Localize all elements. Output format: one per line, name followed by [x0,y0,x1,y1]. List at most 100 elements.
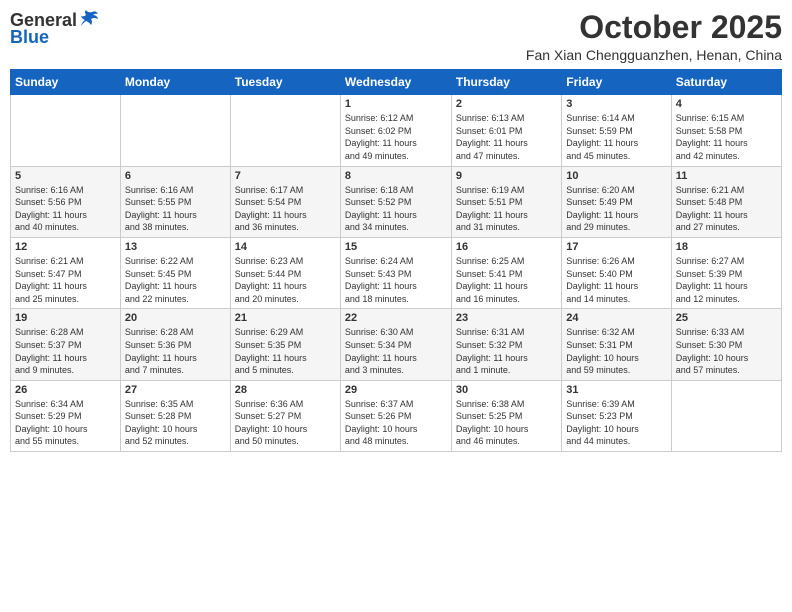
day-number: 22 [345,312,447,324]
day-number: 17 [566,241,666,253]
day-detail: Sunrise: 6:21 AMSunset: 5:47 PMDaylight:… [15,255,116,305]
day-detail: Sunrise: 6:30 AMSunset: 5:34 PMDaylight:… [345,326,447,376]
page-header: General Blue October 2025 Fan Xian Cheng… [10,10,782,63]
day-number: 29 [345,384,447,396]
weekday-header-monday: Monday [120,70,230,95]
day-number: 8 [345,170,447,182]
calendar-cell: 11 Sunrise: 6:21 AMSunset: 5:48 PMDayligh… [671,166,781,237]
day-detail: Sunrise: 6:16 AMSunset: 5:56 PMDaylight:… [15,184,116,234]
day-detail: Sunrise: 6:13 AMSunset: 6:01 PMDaylight:… [456,112,557,162]
day-number: 25 [676,312,777,324]
calendar-cell: 31 Sunrise: 6:39 AMSunset: 5:23 PMDayligh… [562,380,671,451]
weekday-header-saturday: Saturday [671,70,781,95]
day-detail: Sunrise: 6:18 AMSunset: 5:52 PMDaylight:… [345,184,447,234]
day-number: 3 [566,98,666,110]
title-block: October 2025 Fan Xian Chengguanzhen, Hen… [526,10,782,63]
day-detail: Sunrise: 6:27 AMSunset: 5:39 PMDaylight:… [676,255,777,305]
day-number: 16 [456,241,557,253]
day-detail: Sunrise: 6:35 AMSunset: 5:28 PMDaylight:… [125,398,226,448]
calendar-cell: 26 Sunrise: 6:34 AMSunset: 5:29 PMDayligh… [11,380,121,451]
day-detail: Sunrise: 6:14 AMSunset: 5:59 PMDaylight:… [566,112,666,162]
calendar-cell: 29Sunrise: 6:37 AMSunset: 5:26 PMDayligh… [340,380,451,451]
day-detail: Sunrise: 6:31 AMSunset: 5:32 PMDaylight:… [456,326,557,376]
calendar-cell: 16 Sunrise: 6:25 AMSunset: 5:41 PMDayligh… [451,237,561,308]
day-number: 24 [566,312,666,324]
calendar-cell [230,95,340,166]
day-detail: Sunrise: 6:25 AMSunset: 5:41 PMDaylight:… [456,255,557,305]
calendar-table: SundayMondayTuesdayWednesdayThursdayFrid… [10,69,782,452]
day-number: 27 [125,384,226,396]
day-detail: Sunrise: 6:39 AMSunset: 5:23 PMDaylight:… [566,398,666,448]
day-detail: Sunrise: 6:29 AMSunset: 5:35 PMDaylight:… [235,326,336,376]
day-number: 7 [235,170,336,182]
day-number: 5 [15,170,116,182]
calendar-cell: 30 Sunrise: 6:38 AMSunset: 5:25 PMDayligh… [451,380,561,451]
month-title: October 2025 [526,10,782,45]
calendar-cell: 12 Sunrise: 6:21 AMSunset: 5:47 PMDayligh… [11,237,121,308]
weekday-header-sunday: Sunday [11,70,121,95]
logo-bird-icon [78,8,100,30]
calendar-cell: 10Sunrise: 6:20 AMSunset: 5:49 PMDayligh… [562,166,671,237]
calendar-cell: 17 Sunrise: 6:26 AMSunset: 5:40 PMDayligh… [562,237,671,308]
day-number: 28 [235,384,336,396]
day-number: 9 [456,170,557,182]
day-detail: Sunrise: 6:15 AMSunset: 5:58 PMDaylight:… [676,112,777,162]
day-number: 31 [566,384,666,396]
day-detail: Sunrise: 6:32 AMSunset: 5:31 PMDaylight:… [566,326,666,376]
day-detail: Sunrise: 6:17 AMSunset: 5:54 PMDaylight:… [235,184,336,234]
calendar-cell: 2 Sunrise: 6:13 AMSunset: 6:01 PMDaylight… [451,95,561,166]
calendar-cell: 20Sunrise: 6:28 AMSunset: 5:36 PMDayligh… [120,309,230,380]
day-detail: Sunrise: 6:36 AMSunset: 5:27 PMDaylight:… [235,398,336,448]
day-number: 26 [15,384,116,396]
calendar-cell: 13Sunrise: 6:22 AMSunset: 5:45 PMDayligh… [120,237,230,308]
calendar-cell: 22 Sunrise: 6:30 AMSunset: 5:34 PMDayligh… [340,309,451,380]
day-detail: Sunrise: 6:24 AMSunset: 5:43 PMDaylight:… [345,255,447,305]
day-number: 12 [15,241,116,253]
logo-blue: Blue [10,27,49,48]
calendar-cell: 18Sunrise: 6:27 AMSunset: 5:39 PMDayligh… [671,237,781,308]
calendar-cell: 28 Sunrise: 6:36 AMSunset: 5:27 PMDayligh… [230,380,340,451]
day-number: 20 [125,312,226,324]
calendar-cell: 25 Sunrise: 6:33 AMSunset: 5:30 PMDayligh… [671,309,781,380]
logo: General Blue [10,10,100,48]
day-number: 13 [125,241,226,253]
calendar-cell [671,380,781,451]
day-number: 14 [235,241,336,253]
day-detail: Sunrise: 6:26 AMSunset: 5:40 PMDaylight:… [566,255,666,305]
day-detail: Sunrise: 6:19 AMSunset: 5:51 PMDaylight:… [456,184,557,234]
day-number: 15 [345,241,447,253]
calendar-cell: 7 Sunrise: 6:17 AMSunset: 5:54 PMDaylight… [230,166,340,237]
weekday-header-friday: Friday [562,70,671,95]
day-number: 19 [15,312,116,324]
day-detail: Sunrise: 6:23 AMSunset: 5:44 PMDaylight:… [235,255,336,305]
calendar-week-3: 12 Sunrise: 6:21 AMSunset: 5:47 PMDayligh… [11,237,782,308]
day-detail: Sunrise: 6:33 AMSunset: 5:30 PMDaylight:… [676,326,777,376]
day-number: 21 [235,312,336,324]
calendar-header-row: SundayMondayTuesdayWednesdayThursdayFrid… [11,70,782,95]
calendar-cell [11,95,121,166]
day-number: 2 [456,98,557,110]
day-detail: Sunrise: 6:21 AMSunset: 5:48 PMDaylight:… [676,184,777,234]
day-detail: Sunrise: 6:20 AMSunset: 5:49 PMDaylight:… [566,184,666,234]
day-detail: Sunrise: 6:16 AMSunset: 5:55 PMDaylight:… [125,184,226,234]
calendar-week-2: 5 Sunrise: 6:16 AMSunset: 5:56 PMDaylight… [11,166,782,237]
calendar-cell: 9 Sunrise: 6:19 AMSunset: 5:51 PMDaylight… [451,166,561,237]
calendar-week-5: 26 Sunrise: 6:34 AMSunset: 5:29 PMDayligh… [11,380,782,451]
calendar-cell: 5 Sunrise: 6:16 AMSunset: 5:56 PMDaylight… [11,166,121,237]
day-number: 11 [676,170,777,182]
calendar-cell: 8 Sunrise: 6:18 AMSunset: 5:52 PMDaylight… [340,166,451,237]
day-number: 30 [456,384,557,396]
weekday-header-tuesday: Tuesday [230,70,340,95]
day-detail: Sunrise: 6:34 AMSunset: 5:29 PMDaylight:… [15,398,116,448]
calendar-cell: 27 Sunrise: 6:35 AMSunset: 5:28 PMDayligh… [120,380,230,451]
calendar-cell: 4 Sunrise: 6:15 AMSunset: 5:58 PMDaylight… [671,95,781,166]
calendar-cell: 19Sunrise: 6:28 AMSunset: 5:37 PMDayligh… [11,309,121,380]
day-detail: Sunrise: 6:38 AMSunset: 5:25 PMDaylight:… [456,398,557,448]
calendar-cell: 14 Sunrise: 6:23 AMSunset: 5:44 PMDayligh… [230,237,340,308]
weekday-header-wednesday: Wednesday [340,70,451,95]
calendar-cell: 24 Sunrise: 6:32 AMSunset: 5:31 PMDayligh… [562,309,671,380]
calendar-week-4: 19Sunrise: 6:28 AMSunset: 5:37 PMDayligh… [11,309,782,380]
day-number: 4 [676,98,777,110]
calendar-cell: 15 Sunrise: 6:24 AMSunset: 5:43 PMDayligh… [340,237,451,308]
day-number: 1 [345,98,447,110]
